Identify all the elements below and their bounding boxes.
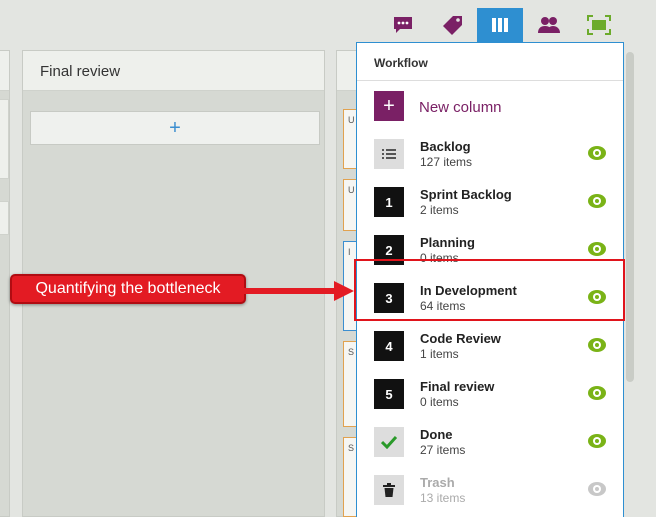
fullscreen-icon[interactable] xyxy=(582,8,616,42)
column-number-badge: 3 xyxy=(374,283,404,313)
row-name: Done xyxy=(420,427,453,442)
workflow-row-sprint-backlog[interactable]: 1 Sprint Backlog 2 items xyxy=(357,180,623,228)
new-column-button[interactable]: + New column xyxy=(357,84,623,132)
workflow-row-backlog[interactable]: Backlog 127 items xyxy=(357,132,623,180)
new-column-label: New column xyxy=(419,99,502,116)
column-title: Final review xyxy=(23,51,324,91)
plus-icon: + xyxy=(374,91,404,121)
check-icon xyxy=(374,427,404,457)
comment-icon[interactable] xyxy=(386,8,420,42)
column-number-badge: 5 xyxy=(374,379,404,409)
row-count: 27 items xyxy=(420,443,466,457)
board-column-left xyxy=(0,50,10,517)
workflow-dropdown: Workflow + New column Backlog 127 items … xyxy=(356,42,624,517)
workflow-row-planning[interactable]: 2 Planning 0 items xyxy=(357,228,623,276)
workflow-row-in-development[interactable]: 3 In Development 64 items xyxy=(357,276,623,324)
eye-icon[interactable] xyxy=(587,193,607,209)
workflow-row-done[interactable]: Done 27 items xyxy=(357,420,623,468)
users-icon[interactable] xyxy=(532,8,566,42)
list-icon xyxy=(374,139,404,169)
row-count: 0 items xyxy=(420,251,459,265)
arrow-icon xyxy=(244,281,354,301)
trash-icon xyxy=(374,475,404,505)
row-name: Backlog xyxy=(420,139,471,154)
row-name: In Development xyxy=(420,283,517,298)
row-count: 127 items xyxy=(420,155,473,169)
columns-icon[interactable] xyxy=(477,8,523,42)
row-count: 13 items xyxy=(420,491,466,505)
workflow-title: Workflow xyxy=(357,43,623,81)
top-toolbar xyxy=(0,0,656,44)
board-scrollbar[interactable] xyxy=(626,52,634,382)
row-name: Code Review xyxy=(420,331,501,346)
tag-icon[interactable] xyxy=(436,8,470,42)
workflow-row-code-review[interactable]: 4 Code Review 1 items xyxy=(357,324,623,372)
column-number-badge: 4 xyxy=(374,331,404,361)
eye-icon[interactable] xyxy=(587,337,607,353)
eye-icon[interactable] xyxy=(587,241,607,257)
workflow-row-final-review[interactable]: 5 Final review 0 items xyxy=(357,372,623,420)
eye-icon[interactable] xyxy=(587,481,607,497)
eye-icon[interactable] xyxy=(587,433,607,449)
row-name: Trash xyxy=(420,475,455,490)
column-number-badge: 2 xyxy=(374,235,404,265)
eye-icon[interactable] xyxy=(587,385,607,401)
row-count: 1 items xyxy=(420,347,459,361)
add-card-button[interactable]: + xyxy=(30,111,320,145)
row-count: 0 items xyxy=(420,395,459,409)
workflow-row-trash[interactable]: Trash 13 items xyxy=(357,468,623,516)
row-count: 64 items xyxy=(420,299,466,313)
row-name: Final review xyxy=(420,379,495,394)
row-name: Sprint Backlog xyxy=(420,187,512,202)
row-name: Planning xyxy=(420,235,475,250)
callout-label: Quantifying the bottleneck xyxy=(10,274,246,304)
card-stub[interactable] xyxy=(0,99,9,179)
eye-icon[interactable] xyxy=(587,145,607,161)
card-stub[interactable] xyxy=(0,201,9,235)
column-number-badge: 1 xyxy=(374,187,404,217)
row-count: 2 items xyxy=(420,203,459,217)
eye-icon[interactable] xyxy=(587,289,607,305)
